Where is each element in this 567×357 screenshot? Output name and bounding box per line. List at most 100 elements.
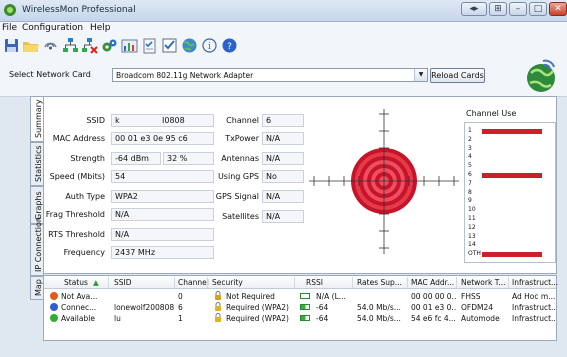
channel-label: 5 <box>468 162 472 170</box>
menu-configuration[interactable]: Configuration <box>22 23 83 33</box>
channel-label: 14 <box>468 241 476 249</box>
menu-bar: File Configuration Help <box>0 22 567 35</box>
network-remove-icon[interactable] <box>81 37 98 54</box>
signal-radar <box>309 109 459 254</box>
status-cell: Connec... <box>61 303 97 312</box>
column-ssid[interactable]: SSID <box>114 278 132 287</box>
window-layout-button[interactable]: ⊞ <box>489 2 507 16</box>
gears-icon[interactable] <box>101 37 118 54</box>
window-extra-button[interactable]: ◂▸ <box>461 2 487 16</box>
radio-waves-icon[interactable] <box>42 37 59 54</box>
strength-label: Strength <box>70 154 105 163</box>
tab-ip-connection-label: IP Connection <box>34 217 43 272</box>
tab-statistics-label: Statistics <box>34 145 43 182</box>
rates-cell: 54.0 Mb/s... <box>357 314 401 323</box>
frag-threshold-label: Frag Threshold <box>45 210 105 219</box>
tab-summary[interactable]: Summary <box>30 96 44 142</box>
channel-cell: 1 <box>178 314 183 323</box>
globe-icon[interactable] <box>181 37 198 54</box>
status-dot-icon <box>50 303 58 311</box>
rssi-cell: -64 <box>316 314 329 323</box>
ssid-cell: lu <box>114 314 121 323</box>
column-mac-address[interactable]: MAC Addr... <box>411 278 454 287</box>
network-type-cell: FHSS <box>461 292 481 301</box>
menu-help[interactable]: Help <box>90 23 111 33</box>
column-channel[interactable]: Channel <box>178 278 209 287</box>
chevron-down-icon[interactable]: ▼ <box>414 69 427 81</box>
channel-label: 9 <box>468 197 472 205</box>
app-window: WirelessMon Professional ◂▸ ⊞ – □ ✕ File… <box>0 0 567 357</box>
tab-map-label: Map <box>34 279 43 296</box>
channel-label: 10 <box>468 206 476 214</box>
column-network-type[interactable]: Network T... <box>461 278 506 287</box>
reload-cards-button[interactable]: Reload Cards <box>430 68 485 83</box>
svg-text:?: ? <box>227 42 232 52</box>
table-row[interactable]: Connec... lonewolf200808 6 Required (WPA2) -… <box>44 302 556 313</box>
window-title: WirelessMon Professional <box>22 5 136 15</box>
column-infrastructure[interactable]: Infrastruct... <box>512 278 558 287</box>
lock-icon <box>215 302 221 311</box>
close-button[interactable]: ✕ <box>549 2 567 16</box>
frag-threshold-field: N/A <box>111 208 214 221</box>
network-icon[interactable] <box>62 37 79 54</box>
channel-label: 2 <box>468 135 472 143</box>
open-folder-icon[interactable] <box>22 37 39 54</box>
wireless-globe-icon <box>527 59 555 92</box>
txpower-label: TxPower <box>225 134 259 143</box>
column-security[interactable]: Security <box>212 278 243 287</box>
rssi-bar-icon <box>300 293 310 299</box>
clipboard-icon[interactable] <box>141 37 158 54</box>
title-bar[interactable]: WirelessMon Professional ◂▸ ⊞ – □ ✕ <box>0 0 567 22</box>
channel-label: 7 <box>468 179 472 187</box>
rates-cell: 54.0 Mb/s... <box>357 303 401 312</box>
channel-label: 4 <box>468 153 472 161</box>
ssid-field: k I0808 <box>111 114 214 127</box>
strength-field: -64 dBm <box>111 152 161 165</box>
network-card-select[interactable]: Broadcom 802.11g Network Adapter ▼ <box>112 68 428 82</box>
speed-label: Speed (Mbits) <box>49 172 105 181</box>
svg-text:i: i <box>208 42 211 52</box>
gps-signal-label: GPS Signal <box>215 192 259 201</box>
minimize-button[interactable]: – <box>509 2 527 16</box>
column-rssi[interactable]: RSSI <box>306 278 323 287</box>
auth-type-label: Auth Type <box>65 192 105 201</box>
radar-crosshair <box>309 109 459 254</box>
network-list-header: Status ▲ SSID Channel Security RSSI Rate… <box>44 276 558 289</box>
security-cell: Not Required <box>226 292 275 301</box>
column-status[interactable]: Status <box>64 278 88 287</box>
speed-field: 54 <box>111 170 214 183</box>
channel-use-panel: Channel Use 1 2 3 4 5 6 7 8 9 10 11 12 13 14 OTH <box>454 105 557 265</box>
checklist-icon[interactable] <box>161 37 178 54</box>
channel-label: 11 <box>468 215 476 222</box>
rts-threshold-label: RTS Threshold <box>48 230 105 239</box>
save-icon[interactable] <box>3 37 20 54</box>
tab-map[interactable]: Map <box>30 276 44 300</box>
help-icon[interactable]: ? <box>221 37 238 54</box>
sort-ascending-icon[interactable]: ▲ <box>93 278 99 287</box>
info-icon[interactable]: i <box>201 37 218 54</box>
chart-icon[interactable] <box>121 37 138 54</box>
table-row[interactable]: Not Ava... 0 Not Required N/A (L... 00 00 00… <box>44 291 556 302</box>
rssi-cell: N/A (L... <box>316 292 346 301</box>
channel-label: 13 <box>468 232 476 240</box>
maximize-button[interactable]: □ <box>529 2 547 16</box>
security-cell: Required (WPA2) <box>226 314 289 323</box>
antennas-field: N/A <box>262 152 304 165</box>
channel-cell: 0 <box>178 292 183 301</box>
channel-use-bar <box>482 128 542 134</box>
channel-use-bar <box>482 172 542 178</box>
using-gps-field: No <box>262 170 304 183</box>
column-rates[interactable]: Rates Sup... <box>357 278 402 287</box>
app-icon <box>4 4 16 16</box>
txpower-field: N/A <box>262 132 304 145</box>
tab-statistics[interactable]: Statistics <box>30 142 44 186</box>
frequency-label: Frequency <box>63 248 105 257</box>
channel-label: 12 <box>468 223 476 231</box>
mac-address-field: 00 01 e3 0e 95 c6 <box>111 132 214 145</box>
mac-address-label: MAC Address <box>52 134 105 143</box>
gps-signal-field: N/A <box>262 190 304 203</box>
menu-file[interactable]: File <box>2 23 17 33</box>
table-row[interactable]: Available lu 1 Required (WPA2) -64 54.0 Mb/s.… <box>44 313 556 324</box>
channel-label: 3 <box>468 144 472 152</box>
channel-label: Channel <box>226 116 259 125</box>
